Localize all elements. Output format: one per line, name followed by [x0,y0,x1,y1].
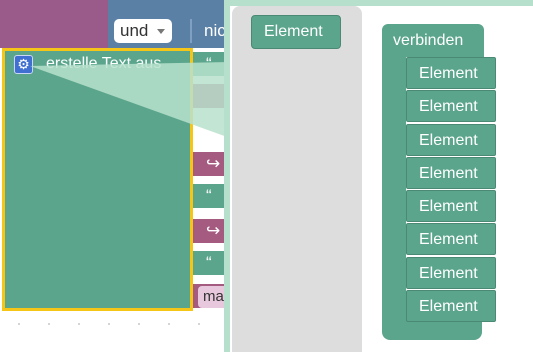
join-item-block[interactable]: Element [406,190,496,222]
join-item-label: Element [419,231,478,248]
join-item-label: Element [419,98,478,115]
join-item-label: Element [419,298,478,315]
join-item-block[interactable]: Element [406,257,496,289]
join-item-block[interactable]: Element [406,223,496,255]
flyout-element-block[interactable]: Element [251,15,341,49]
join-item-label: Element [419,198,478,215]
join-item-label: Element [419,165,478,182]
mutator-flyout [232,6,362,352]
join-item-label: Element [419,65,478,82]
join-label: verbinden [393,32,464,49]
join-item-block[interactable]: Element [406,57,496,89]
join-item-block[interactable]: Element [406,90,496,122]
join-item-block[interactable]: Element [406,124,496,156]
join-item-block[interactable]: Element [406,157,496,189]
join-container-spine [382,57,406,325]
join-item-block[interactable]: Element [406,290,496,322]
join-item-label: Element [419,265,478,282]
flyout-element-label: Element [264,23,323,40]
join-container-block[interactable]: verbinden [382,24,484,57]
join-item-label: Element [419,132,478,149]
